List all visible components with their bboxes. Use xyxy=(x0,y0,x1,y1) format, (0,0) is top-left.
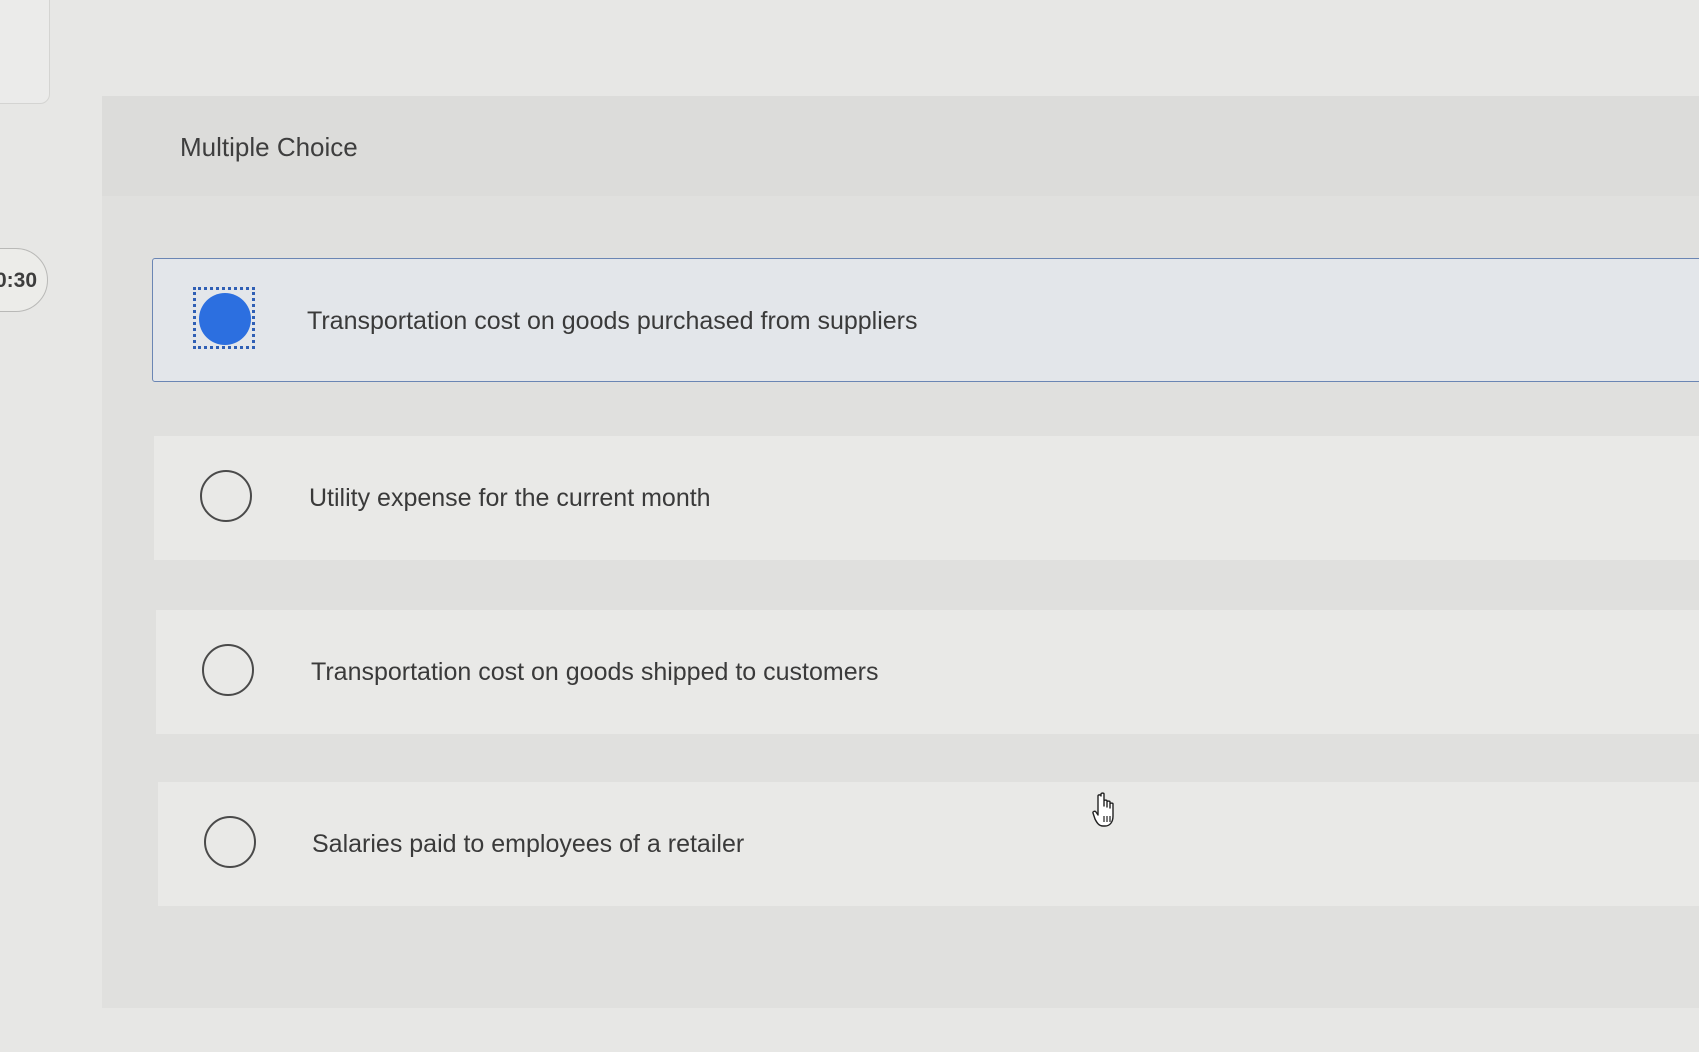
radio-unselected-icon[interactable] xyxy=(200,470,252,522)
option-label: Transportation cost on goods shipped to … xyxy=(311,658,879,686)
answer-option-4[interactable]: Salaries paid to employees of a retailer xyxy=(158,782,1699,906)
option-label: Salaries paid to employees of a retailer xyxy=(312,830,745,858)
answer-option-3[interactable]: Transportation cost on goods shipped to … xyxy=(156,610,1699,734)
side-panel xyxy=(0,0,50,104)
option-label: Utility expense for the current month xyxy=(309,484,711,512)
timer-badge: 0:30 xyxy=(0,248,48,312)
timer-text: 0:30 xyxy=(0,269,37,292)
radio-selected-icon[interactable] xyxy=(199,293,251,345)
answer-option-1[interactable]: Transportation cost on goods purchased f… xyxy=(152,258,1699,382)
radio-unselected-icon[interactable] xyxy=(202,644,254,696)
question-header: Multiple Choice xyxy=(102,96,1699,196)
answer-option-2[interactable]: Utility expense for the current month xyxy=(154,436,1699,560)
radio-unselected-icon[interactable] xyxy=(204,816,256,868)
question-type-label: Multiple Choice xyxy=(180,132,358,162)
option-label: Transportation cost on goods purchased f… xyxy=(307,307,918,335)
hand-pointer-icon xyxy=(1092,792,1114,827)
